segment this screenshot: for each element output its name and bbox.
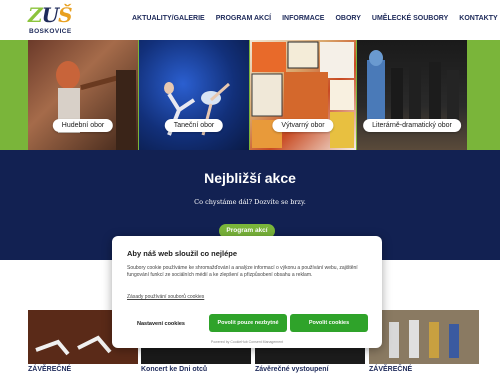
event-card[interactable]: ZÁVĚREČNÉ	[369, 310, 479, 375]
event-title: Koncert ke Dni otců	[141, 366, 208, 373]
main-nav: AKTUALITY/GALERIE PROGRAM AKCÍ INFORMACE…	[132, 15, 498, 22]
nav-obory[interactable]: OBORY	[335, 15, 360, 22]
cookie-settings-button[interactable]: Nastavení cookies	[132, 316, 190, 332]
tile-label: Taneční obor	[164, 119, 224, 132]
tile-dance[interactable]: Taneční obor	[139, 40, 249, 150]
event-title: Závěrečné vystoupení	[255, 366, 329, 373]
logo-mark: ZUŠ	[28, 3, 73, 27]
nav-informace[interactable]: INFORMACE	[282, 15, 324, 22]
cookiehub-credit[interactable]: Powered by CookieHub Consent Management	[112, 340, 382, 344]
tile-label: Výtvarný obor	[272, 119, 334, 132]
allow-necessary-button[interactable]: Povolit pouze nezbytné	[209, 314, 287, 332]
event-title: ZÁVĚREČNÉ	[28, 366, 72, 373]
dancers-image	[164, 82, 230, 136]
allow-cookies-button[interactable]: Povolit cookies	[290, 314, 368, 332]
events-subtitle: Co chystáme dál? Dozvíte se brzy.	[194, 198, 306, 206]
nav-kontakty[interactable]: KONTAKTY	[459, 15, 497, 22]
tile-label: Hudební obor	[52, 119, 114, 132]
site-header: ZUŠ BOSKOVICE AKTUALITY/GALERIE PROGRAM …	[0, 0, 500, 40]
school-logo[interactable]: ZUŠ BOSKOVICE	[28, 3, 74, 37]
violinist-image	[56, 61, 136, 150]
artworks-image	[251, 41, 354, 148]
nav-soubory[interactable]: UMĚLECKÉ SOUBORY	[372, 15, 448, 22]
tile-music[interactable]: Hudební obor	[28, 40, 138, 150]
cookie-description: Soubory cookie používáme ke shromažďován…	[127, 265, 358, 278]
logo-city: BOSKOVICE	[29, 28, 72, 35]
cookie-consent-dialog: Aby náš web sloužil co nejlépe Soubory c…	[112, 236, 382, 348]
tile-drama[interactable]: Literárně-dramatický obor	[357, 40, 467, 150]
departments-strip: Hudební obor Taneční obor Výtvarný obor	[0, 40, 500, 150]
events-heading: Nejbližší akce	[204, 170, 296, 186]
tile-label: Literárně-dramatický obor	[363, 119, 461, 132]
cookie-policy-link[interactable]: Zásady používání souborů cookies	[127, 294, 204, 300]
event-thumbnail	[369, 310, 479, 364]
nav-aktuality[interactable]: AKTUALITY/GALERIE	[132, 15, 205, 22]
cookie-title: Aby náš web sloužil co nejlépe	[127, 249, 238, 258]
nav-program[interactable]: PROGRAM AKCÍ	[216, 15, 271, 22]
actors-image	[367, 50, 459, 125]
event-title: ZÁVĚREČNÉ	[369, 366, 413, 373]
tile-art[interactable]: Výtvarný obor	[250, 40, 356, 150]
